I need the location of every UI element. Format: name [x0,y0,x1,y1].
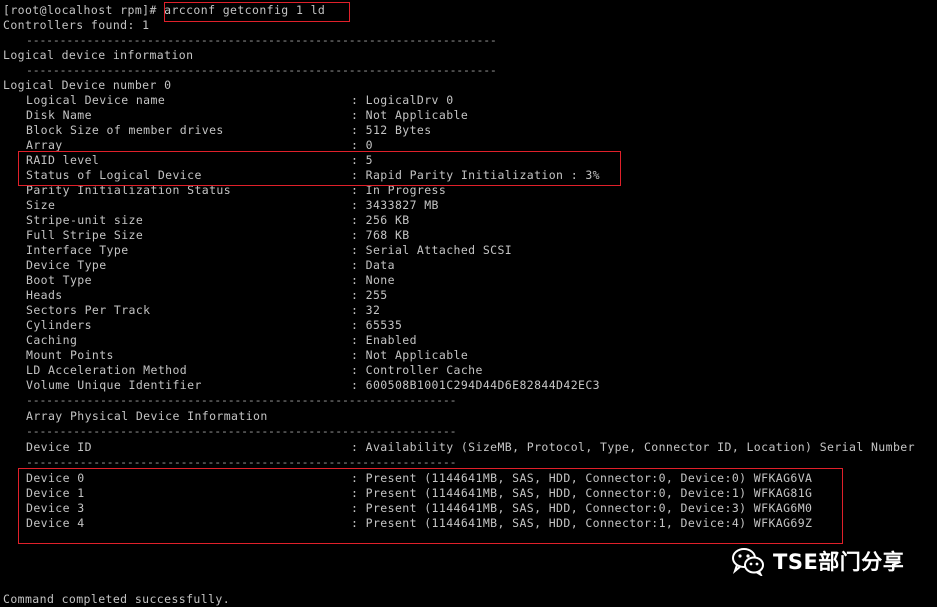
property-key: Stripe-unit size [26,213,144,227]
property-row: Stripe-unit size : 256 KB [0,213,937,228]
property-key: Device Type [26,258,107,272]
property-row: Sectors Per Track : 32 [0,303,937,318]
property-value: : 768 KB [351,228,410,242]
property-row: Disk Name : Not Applicable [0,108,937,123]
property-value: : Not Applicable [351,348,469,362]
section-title: Logical device information [3,48,194,62]
property-value: : 3433827 MB [351,198,439,212]
property-row: Logical Device name : LogicalDrv 0 [0,93,937,108]
separator: ----------------------------------------… [26,33,497,47]
property-value: : 255 [351,288,388,302]
property-key: Interface Type [26,243,129,257]
property-key: LD Acceleration Method [26,363,188,377]
separator: ----------------------------------------… [26,63,497,77]
completion-message: Command completed successfully. [3,592,231,606]
property-row: Volume Unique Identifier : 600508B1001C29… [0,378,937,393]
property-value: : 512 Bytes [351,123,432,137]
raid-status-highlight-box [18,151,621,186]
property-row: Full Stripe Size : 768 KB [0,228,937,243]
property-key: Full Stripe Size [26,228,144,242]
property-value: : Data [351,258,395,272]
sub-separator: ----------------------------------------… [26,393,457,407]
property-key: Sectors Per Track [26,303,151,317]
property-value: : Serial Attached SCSI [351,243,513,257]
property-value: : 256 KB [351,213,410,227]
property-key: Logical Device name [26,93,166,107]
property-row: Heads : 255 [0,288,937,303]
property-value: : None [351,273,395,287]
property-value: : Controller Cache [351,363,483,377]
property-row: LD Acceleration Method : Controller Cache [0,363,937,378]
property-key: Size [26,198,56,212]
wechat-icon [732,548,764,576]
watermark: TSE部门分享 [731,546,904,576]
devices-highlight-box [18,468,843,544]
property-key: Block Size of member drives [26,123,224,137]
property-value: : LogicalDrv 0 [351,93,454,107]
property-key: Heads [26,288,63,302]
array-section-title: Array Physical Device Information [26,409,268,423]
property-row: Size : 3433827 MB [0,198,937,213]
property-key: Cylinders [26,318,92,332]
property-key: Mount Points [26,348,114,362]
property-value: : Enabled [351,333,417,347]
command-highlight-box [164,2,350,22]
property-row: Caching : Enabled [0,333,937,348]
property-row: Block Size of member drives : 512 Bytes [0,123,937,138]
property-row: Mount Points : Not Applicable [0,348,937,363]
property-row: Interface Type : Serial Attached SCSI [0,243,937,258]
logical-device-number: Logical Device number 0 [3,78,172,92]
prompt: [root@localhost rpm]# [3,3,157,17]
device-header-value: : Availability (SizeMB, Protocol, Type, … [351,440,915,454]
property-key: Caching [26,333,78,347]
property-value: : 600508B1001C294D44D6E82844D42EC3 [351,378,601,392]
device-header-key: Device ID [26,440,92,454]
property-value: : Not Applicable [351,108,469,122]
controllers-found: Controllers found: 1 [3,18,150,32]
property-row: Boot Type : None [0,273,937,288]
property-key: Boot Type [26,273,92,287]
device-header-row: Device ID : Availability (SizeMB, Protoco… [0,440,937,455]
property-row: Device Type : Data [0,258,937,273]
property-key: Volume Unique Identifier [26,378,202,392]
watermark-text: TSE部门分享 [773,550,905,574]
property-row: Cylinders : 65535 [0,318,937,333]
property-key: Disk Name [26,108,92,122]
property-value: : 65535 [351,318,403,332]
sub-separator: ----------------------------------------… [26,424,457,438]
property-value: : 32 [351,303,381,317]
